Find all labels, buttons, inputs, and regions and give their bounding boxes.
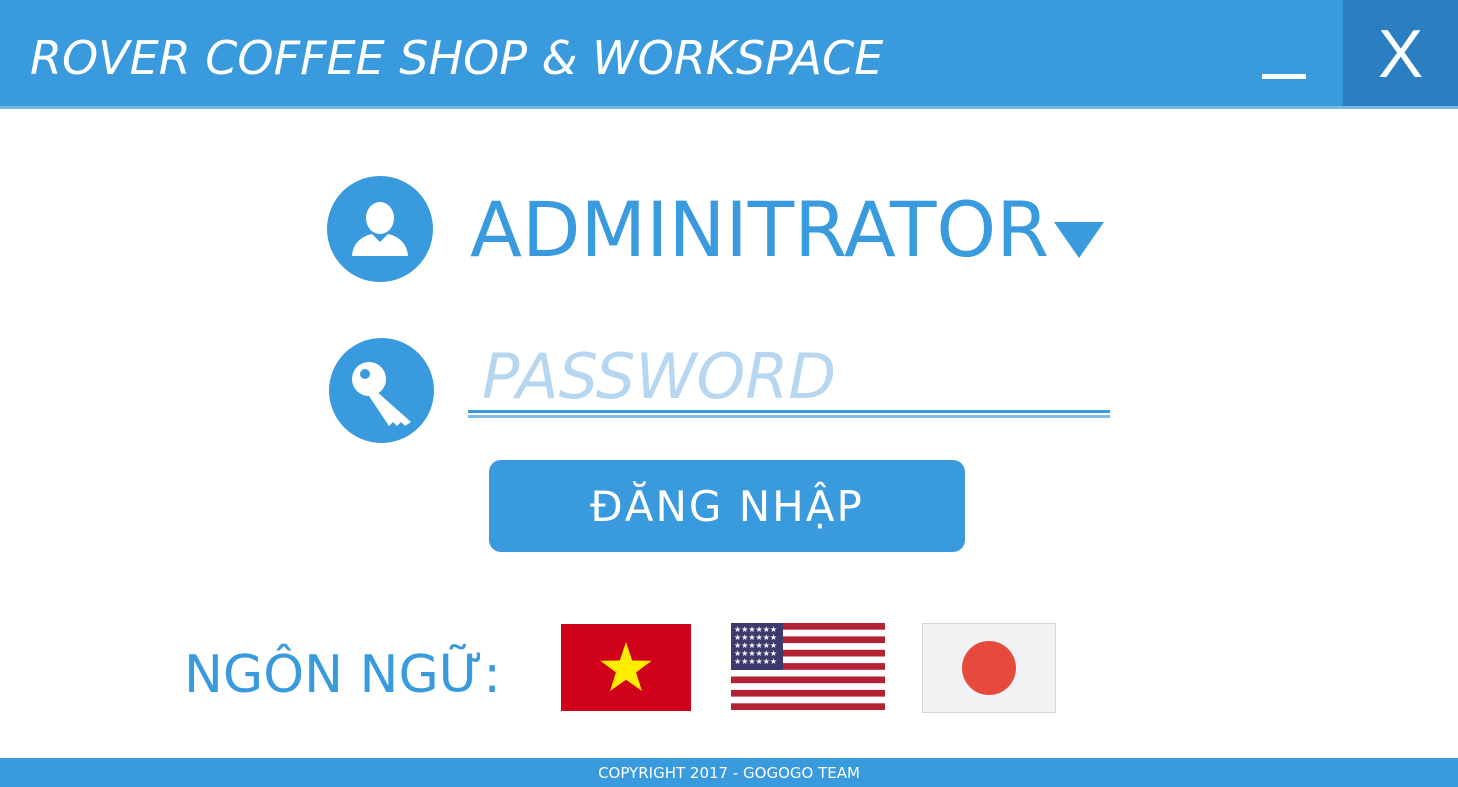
usa-flag[interactable]: ★★★★★★ ★★★★★★ ★★★★★★ ★★★★★★ ★★★★★★ xyxy=(731,623,885,710)
footer: COPYRIGHT 2017 - GOGOGO TEAM xyxy=(0,758,1458,787)
language-label: NGÔN NGỮ: xyxy=(184,645,501,705)
svg-text:★★★★★★: ★★★★★★ xyxy=(734,657,777,666)
password-input[interactable] xyxy=(468,340,1110,412)
minimize-icon xyxy=(1262,74,1306,79)
vietnam-flag-icon xyxy=(561,624,691,711)
password-underline-secondary xyxy=(468,415,1110,418)
title-bar: ROVER COFFEE SHOP & WORKSPACE X xyxy=(0,0,1458,109)
minimize-button[interactable] xyxy=(1244,0,1342,107)
key-icon xyxy=(329,338,434,443)
title-divider xyxy=(0,106,1458,109)
password-underline xyxy=(468,410,1110,413)
window-title: ROVER COFFEE SHOP & WORKSPACE xyxy=(30,31,884,85)
close-button[interactable]: X xyxy=(1343,0,1458,109)
user-select-value: ADMINITRATOR xyxy=(470,185,1050,274)
password-field[interactable] xyxy=(468,340,1110,422)
japan-flag-icon xyxy=(962,641,1016,695)
copyright-text: COPYRIGHT 2017 - GOGOGO TEAM xyxy=(598,764,860,782)
login-window: ROVER COFFEE SHOP & WORKSPACE X ADMINITR… xyxy=(0,0,1458,787)
user-select[interactable]: ADMINITRATOR xyxy=(466,180,1116,280)
login-button[interactable]: ĐĂNG NHẬP xyxy=(489,460,965,552)
japan-flag[interactable] xyxy=(922,623,1056,713)
vietnam-flag[interactable] xyxy=(561,624,691,711)
usa-flag-icon: ★★★★★★ ★★★★★★ ★★★★★★ ★★★★★★ ★★★★★★ xyxy=(731,623,885,710)
dropdown-arrow-icon[interactable] xyxy=(1054,222,1104,258)
close-icon: X xyxy=(1377,16,1424,92)
user-icon xyxy=(327,176,433,282)
